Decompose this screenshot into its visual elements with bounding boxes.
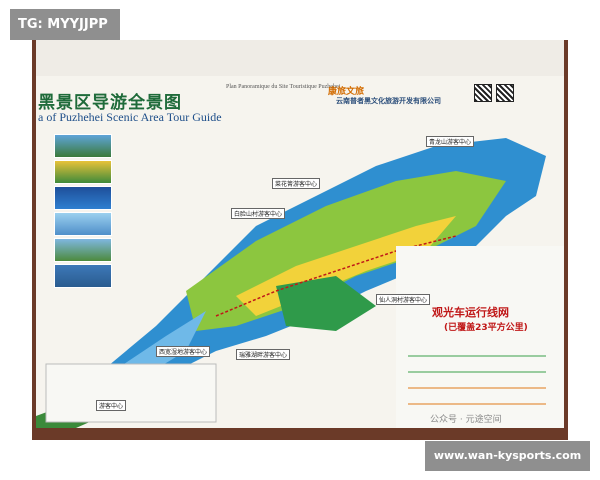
tour-map-board: 黑景区导游全景图 a of Puzhehei Scenic Area Tour … [36, 76, 564, 428]
map-label: 菜花箐游客中心 [272, 178, 321, 189]
map-label: 西宽湿地游客中心 [156, 346, 211, 357]
legend-subtitle: (已覆盖23平方公里) [444, 323, 528, 333]
watermark: 公众号 · 元途空间 [430, 415, 502, 425]
channel-tag: TG: MYYJJPP [10, 9, 120, 40]
legend-title: 观光车运行线网 [432, 306, 509, 319]
symbol-legend [45, 363, 217, 423]
map-label: 瑞雅湖畔游客中心 [236, 349, 291, 360]
map-label: 仙人洞村游客中心 [376, 294, 431, 305]
map-label: 白脸山村游客中心 [231, 208, 286, 219]
map-artwork [36, 138, 564, 428]
map-label: 游客中心 [96, 400, 127, 411]
board-top-band [36, 40, 564, 76]
legend-panel [396, 246, 564, 428]
map-label: 青龙山游客中心 [426, 136, 475, 147]
site-url-banner: www.wan-kysports.com [425, 441, 590, 471]
